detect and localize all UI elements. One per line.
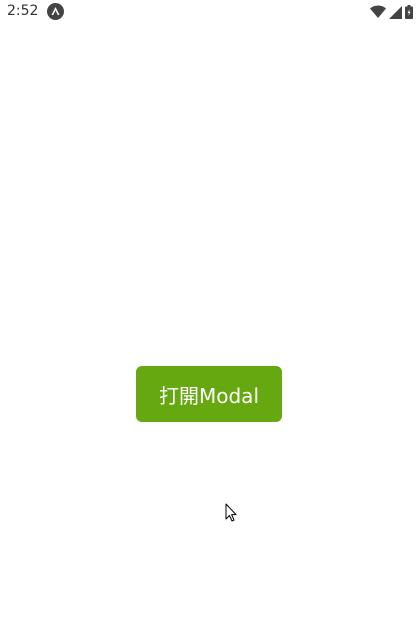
status-bar: 2:52 [0,0,420,24]
status-time: 2:52 [7,3,39,19]
cell-signal-icon [389,5,402,19]
mouse-pointer-icon [225,503,237,522]
wifi-icon [370,5,386,19]
open-modal-label: 打開Modal [159,383,259,408]
app-screen: 2:52 打開Modal [0,0,420,639]
battery-icon [405,5,413,19]
expo-app-icon [47,3,64,20]
status-icons [370,3,413,21]
open-modal-button[interactable]: 打開Modal [136,366,282,422]
